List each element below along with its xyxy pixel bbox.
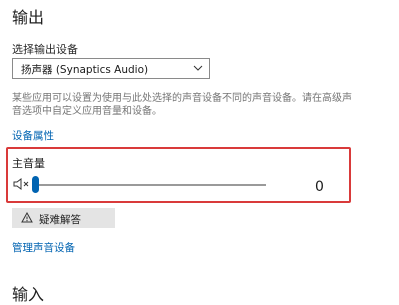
- master-volume-slider-track[interactable]: [36, 184, 266, 186]
- master-volume-slider-thumb[interactable]: [32, 176, 39, 193]
- output-device-selected-value: 扬声器 (Synaptics Audio): [21, 64, 149, 76]
- manage-sound-devices-link[interactable]: 管理声音设备: [12, 240, 75, 255]
- master-volume-label: 主音量: [12, 157, 45, 170]
- warning-icon: [21, 212, 33, 223]
- output-device-description: 某些应用可以设置为使用与此处选择的声音设备不同的声音设备。请在高级声音选项中自定…: [12, 93, 352, 117]
- output-device-select[interactable]: 扬声器 (Synaptics Audio): [12, 58, 210, 79]
- troubleshoot-button-label: 疑难解答: [39, 214, 81, 226]
- input-section-title: 输入: [12, 285, 45, 304]
- chevron-down-icon: [193, 65, 203, 71]
- master-volume-value: 0: [315, 179, 324, 195]
- master-volume-highlight-box: [6, 147, 351, 203]
- speaker-muted-icon[interactable]: [13, 177, 31, 191]
- troubleshoot-button[interactable]: 疑难解答: [12, 208, 115, 228]
- output-section-title: 输出: [12, 8, 45, 27]
- choose-output-device-label: 选择输出设备: [12, 43, 78, 56]
- device-properties-link[interactable]: 设备属性: [12, 128, 54, 143]
